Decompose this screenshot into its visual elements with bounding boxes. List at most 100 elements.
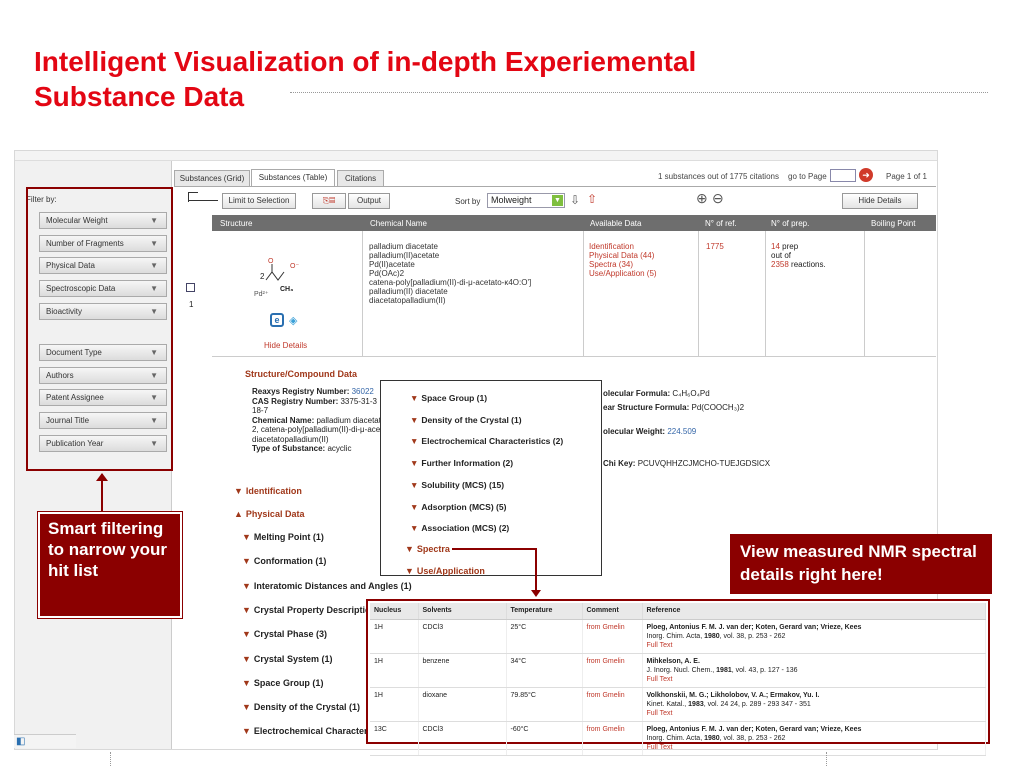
nmr-col-solvents[interactable]: Solvents (418, 603, 507, 620)
nmr-reference: Ploeg, Antonius F. M. J. van der; Koten,… (642, 721, 986, 756)
nmr-col-temperature[interactable]: Temperature (506, 603, 583, 620)
col-structure[interactable]: Structure (220, 219, 252, 228)
hide-details-button[interactable]: Hide Details (842, 193, 918, 209)
arrow-down-icon[interactable]: ⇩ (570, 193, 580, 207)
inchi-label: Chi Key: (603, 459, 636, 468)
triangle-expand-icon: ▼ (410, 393, 419, 403)
reactions-count-link[interactable]: 2358 (771, 260, 789, 269)
physical-item-label: Space Group (1) (253, 677, 324, 688)
physical-item-label: Density of the Crystal (1) (253, 702, 360, 713)
col-num-refs[interactable]: N° of ref. (705, 219, 737, 228)
zoom-in-icon[interactable]: ⊕ (696, 190, 708, 207)
physical-data-section[interactable]: ▲ Physical Data (234, 509, 304, 519)
structure-oxygen: O (268, 258, 274, 265)
available-data-link[interactable]: Spectra (34) (589, 260, 657, 269)
popup-item[interactable]: ▼ Adsorption (MCS) (5) (410, 502, 506, 512)
physical-data-item[interactable]: ▼ Electrochemical Characteris (242, 726, 375, 736)
export-button[interactable]: ⎘▤ (312, 193, 346, 209)
nmr-col-reference[interactable]: Reference (642, 603, 986, 620)
details-section-title[interactable]: Structure/Compound Data (245, 369, 357, 379)
refs-count-link[interactable]: 1775 (706, 242, 724, 251)
physical-data-item[interactable]: ▼ Interatomic Distances and Angles (1) (242, 581, 412, 591)
chemical-name-list: palladium diacetate palladium(II)acetate P… (369, 242, 531, 305)
reference-year: 1981 (716, 666, 732, 674)
go-arrow-icon[interactable]: ➜ (859, 168, 873, 182)
mf-value: C₄H₆O₄Pd (672, 389, 710, 398)
physical-item-label: Interatomic Distances and Angles (1) (253, 580, 412, 591)
reference-journal: J. Inorg. Nucl. Chem., (646, 666, 715, 674)
row-hide-details-link[interactable]: Hide Details (264, 341, 307, 350)
nmr-table: Nucleus Solvents Temperature Comment Ref… (370, 603, 986, 756)
triangle-expand-icon: ▼ (242, 702, 251, 713)
available-data-link[interactable]: Identification (589, 242, 657, 251)
chemical-name: palladium diacetate (369, 242, 438, 251)
popup-item[interactable]: ▼ Solubility (MCS) (15) (410, 480, 504, 490)
triangle-expand-icon: ▼ (242, 556, 251, 567)
triangle-expand-icon: ▼ (410, 523, 419, 534)
slide-title-line1: Intelligent Visualization of in-depth Ex… (34, 46, 697, 77)
sort-select[interactable]: Molweight ▼ (487, 193, 565, 208)
row-checkbox[interactable] (186, 283, 195, 292)
limit-to-selection-button[interactable]: Limit to Selection (222, 193, 296, 209)
use-application-label: Use/Application (416, 566, 485, 576)
3d-view-icon[interactable]: ◈ (289, 314, 297, 327)
arrow-up-icon[interactable]: ⇧ (587, 192, 597, 206)
identification-label: Identification (245, 486, 302, 496)
full-text-link[interactable]: Full Text (647, 709, 982, 718)
mw-value[interactable]: 224.509 (667, 427, 696, 436)
physical-data-item[interactable]: ▼ Density of the Crystal (1) (242, 702, 360, 712)
physical-data-item[interactable]: ▼ Crystal System (1) (242, 654, 332, 664)
footer-guide-left (110, 752, 111, 766)
use-application-section[interactable]: ▼ Use/Application (405, 566, 485, 576)
reference-authors: Volkhonskii, M. G.; Likholobov, V. A.; E… (646, 691, 820, 699)
col-num-prep[interactable]: N° of prep. (771, 219, 809, 228)
spectra-label: Spectra (416, 544, 450, 554)
full-text-link[interactable]: Full Text (647, 743, 982, 752)
rrn-value[interactable]: 36022 (352, 387, 374, 396)
title-divider (290, 92, 988, 93)
identification-section[interactable]: ▼ Identification (234, 486, 302, 496)
full-text-link[interactable]: Full Text (647, 641, 982, 650)
col-chemical-name[interactable]: Chemical Name (370, 219, 427, 228)
structure-methyl: CH₃ (280, 286, 294, 293)
col-available-data[interactable]: Available Data (590, 219, 641, 228)
popup-item[interactable]: ▼ Electrochemical Characteristics (2) (410, 436, 563, 446)
nmr-comment: from Gmelin (582, 653, 643, 688)
e-structure-icon[interactable]: e (270, 313, 284, 327)
zoom-out-icon[interactable]: ⊖ (712, 190, 724, 207)
col-divider (864, 231, 865, 357)
tab-citations[interactable]: Citations (337, 170, 384, 186)
triangle-expand-icon: ▼ (242, 653, 251, 664)
prep-count-link[interactable]: 14 (771, 242, 780, 251)
physical-data-item[interactable]: ▼ Space Group (1) (242, 678, 323, 688)
popup-item[interactable]: ▼ Further Information (2) (410, 458, 513, 468)
available-data-link[interactable]: Physical Data (44) (589, 251, 657, 260)
nmr-col-comment[interactable]: Comment (582, 603, 643, 620)
col-boiling-point[interactable]: Boiling Point (871, 219, 915, 228)
popup-item[interactable]: ▼ Density of the Crystal (1) (410, 415, 522, 425)
triangle-collapse-icon: ▲ (234, 509, 243, 519)
chemical-name: palladium(II) diacetate (369, 287, 448, 296)
nmr-col-nucleus[interactable]: Nucleus (370, 603, 419, 620)
spectra-section[interactable]: ▼ Spectra (405, 544, 450, 554)
reference-authors: Mihkelson, A. E. (646, 657, 700, 665)
popup-item[interactable]: ▼ Association (MCS) (2) (410, 523, 509, 533)
tab-substances-grid[interactable]: Substances (Grid) (174, 170, 250, 186)
physical-data-item[interactable]: ▼ Crystal Phase (3) (242, 629, 327, 639)
physical-data-item[interactable]: ▼ Crystal Property Descriptio (242, 605, 370, 615)
physical-data-item[interactable]: ▼ Conformation (1) (242, 556, 326, 566)
full-text-link[interactable]: Full Text (647, 675, 982, 684)
reference-pages: , vol. 43, p. 127 - 136 (731, 666, 798, 674)
page-number-input[interactable] (830, 169, 856, 182)
popup-item-label: Solubility (MCS) (15) (421, 479, 505, 490)
available-data-link[interactable]: Use/Application (5) (589, 269, 657, 278)
nmr-comment: from Gmelin (582, 721, 643, 756)
inchi-value: PCUVQHHZCJMCHO-TUEJGDSICX (637, 459, 771, 468)
tab-substances-table[interactable]: Substances (Table) (251, 169, 335, 186)
output-button[interactable]: Output (348, 193, 390, 209)
nmr-reference: Mihkelson, A. E. J. Inorg. Nucl. Chem., 1… (642, 653, 986, 688)
popup-item[interactable]: ▼ Space Group (1) (410, 393, 487, 403)
goto-page-label: go to Page (788, 172, 827, 181)
nmr-nucleus: 1H (370, 619, 419, 654)
physical-data-item[interactable]: ▼ Melting Point (1) (242, 532, 324, 542)
